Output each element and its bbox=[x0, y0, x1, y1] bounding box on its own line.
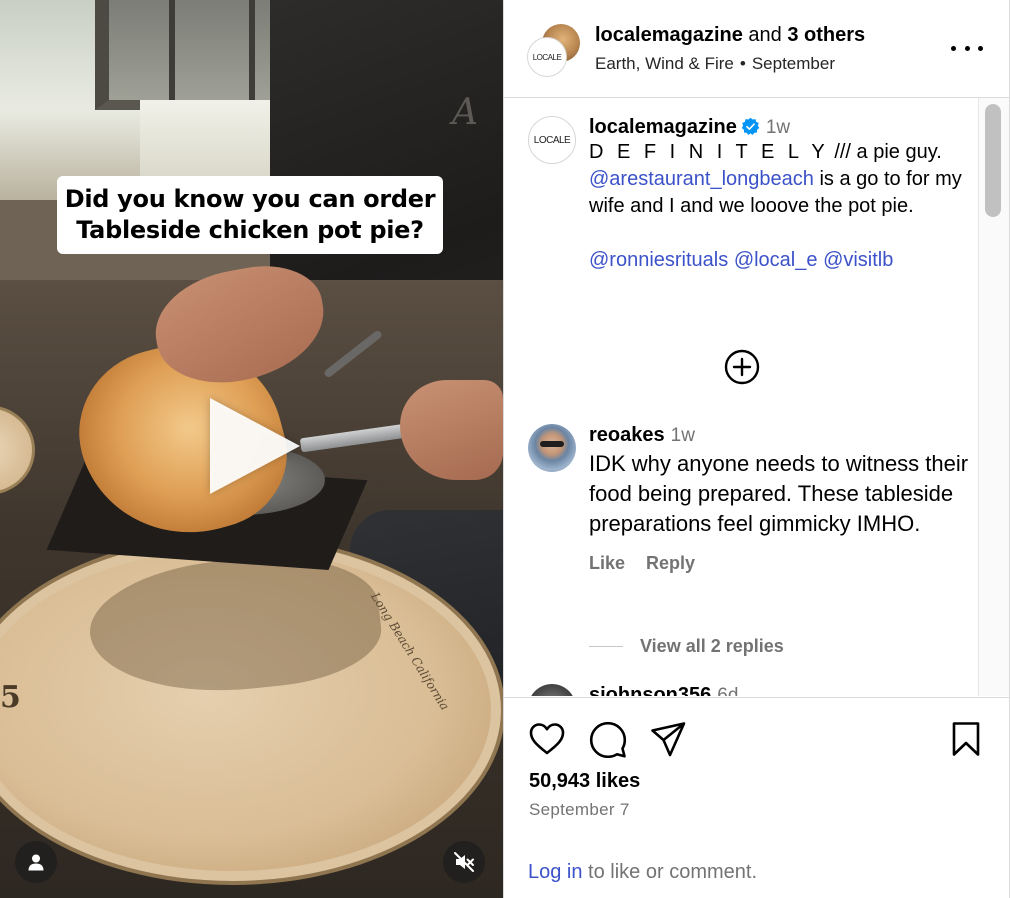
more-horizontal-icon bbox=[951, 45, 956, 51]
commenter-avatar[interactable] bbox=[528, 424, 576, 472]
paper-plane-icon[interactable] bbox=[649, 720, 687, 758]
author-avatar-logo: LOCALE bbox=[532, 52, 562, 62]
authors-conjunction: and bbox=[748, 24, 782, 46]
caption-time: 1w bbox=[765, 117, 791, 138]
audio-link[interactable]: Earth, Wind & Fire bbox=[595, 54, 734, 73]
header-date: September bbox=[751, 54, 835, 73]
collab-avatars[interactable]: LOCALE bbox=[528, 24, 580, 76]
view-replies-label: View all 2 replies bbox=[640, 636, 784, 656]
comment-actions: Like Reply bbox=[589, 553, 969, 574]
commenter-username-link[interactable]: sjohnson356 bbox=[589, 684, 711, 696]
commenter-avatar[interactable] bbox=[528, 684, 576, 696]
mute-toggle-button[interactable] bbox=[443, 841, 485, 883]
commenter-username-link[interactable]: reoakes bbox=[589, 424, 665, 446]
post-caption: localemagazine 1w D E F I N I T E L Y //… bbox=[589, 116, 969, 274]
caption-text: D E F I N I T E L Y /// a pie guy. @arest… bbox=[589, 139, 969, 220]
others-link[interactable]: 3 others bbox=[787, 24, 865, 46]
comments-scrollbar-thumb[interactable] bbox=[985, 104, 1001, 217]
post-authors: localemagazine and 3 others bbox=[595, 24, 865, 47]
caption-avatar-logo: LOCALE bbox=[533, 134, 571, 146]
author-username-link[interactable]: localemagazine bbox=[595, 24, 743, 46]
comment-time: 6d bbox=[717, 685, 739, 696]
caption-mentions: @ronniesrituals @local_e @visitlb bbox=[589, 247, 969, 274]
separator-dot: • bbox=[739, 54, 746, 73]
mention-link-local-e[interactable]: @local_e bbox=[734, 249, 818, 271]
comment-time: 1w bbox=[670, 425, 695, 446]
comment-bubble-icon[interactable] bbox=[589, 720, 627, 758]
post-date[interactable]: September 7 bbox=[529, 800, 630, 820]
bookmark-icon[interactable] bbox=[947, 720, 985, 758]
plus-circle-icon[interactable] bbox=[724, 349, 760, 385]
user-icon bbox=[28, 854, 44, 871]
plate-mark: 5 bbox=[0, 680, 21, 715]
likes-count[interactable]: 50,943 likes bbox=[529, 770, 640, 793]
post-details-panel: LOCALE localemagazine and 3 others Earth… bbox=[503, 0, 1010, 898]
video-caption-overlay: Did you know you can order Tableside chi… bbox=[57, 176, 443, 254]
post-subheader: Earth, Wind & Fire • September bbox=[595, 54, 835, 74]
comment-like-button[interactable]: Like bbox=[589, 553, 625, 573]
comment-text: IDK why anyone needs to witness their fo… bbox=[589, 451, 969, 536]
view-replies-button[interactable]: View all 2 replies bbox=[589, 636, 784, 657]
play-icon[interactable] bbox=[210, 398, 300, 494]
post-actions-area: 50,943 likes September 7 Log in to like … bbox=[504, 697, 1009, 898]
mention-link-visitlb[interactable]: @visitlb bbox=[823, 249, 893, 271]
video-caption-line-1: Did you know you can order bbox=[64, 185, 436, 213]
more-options-button[interactable] bbox=[951, 38, 983, 58]
caption-spaced-text: D E F I N I T E L Y bbox=[589, 141, 829, 163]
comments-scroll-area[interactable]: LOCALE localemagazine 1w D E F I N I T E… bbox=[504, 98, 978, 696]
login-prompt: Log in to like or comment. bbox=[528, 861, 757, 884]
heart-icon[interactable] bbox=[528, 720, 566, 758]
speaker-muted-icon bbox=[454, 852, 474, 872]
mention-link-ronniesrituals[interactable]: @ronniesrituals bbox=[589, 249, 728, 271]
login-prompt-text: to like or comment. bbox=[582, 861, 758, 883]
verified-badge-icon bbox=[741, 117, 760, 136]
caption-username-link[interactable]: localemagazine bbox=[589, 116, 737, 138]
comment-item: sjohnson356 6d bbox=[589, 684, 738, 696]
replies-divider bbox=[589, 646, 623, 647]
video-caption-line-2: Tableside chicken pot pie? bbox=[76, 216, 424, 244]
mention-link-restaurant[interactable]: @arestaurant_longbeach bbox=[589, 168, 814, 190]
waiter-apron-logo: A bbox=[452, 92, 478, 133]
caption-text-part1: /// a pie guy. bbox=[828, 141, 942, 163]
login-link[interactable]: Log in bbox=[528, 861, 583, 883]
comment-item: reoakes 1w IDK why anyone needs to witnes… bbox=[589, 424, 969, 574]
video-player[interactable]: A Long Beach California 5 Did you know y… bbox=[0, 0, 503, 898]
caption-author-avatar[interactable]: LOCALE bbox=[528, 116, 576, 164]
post-header: LOCALE localemagazine and 3 others Earth… bbox=[504, 0, 1009, 98]
comment-reply-button[interactable]: Reply bbox=[646, 553, 695, 573]
author-avatar[interactable]: LOCALE bbox=[528, 38, 566, 76]
tagged-users-button[interactable] bbox=[15, 841, 57, 883]
